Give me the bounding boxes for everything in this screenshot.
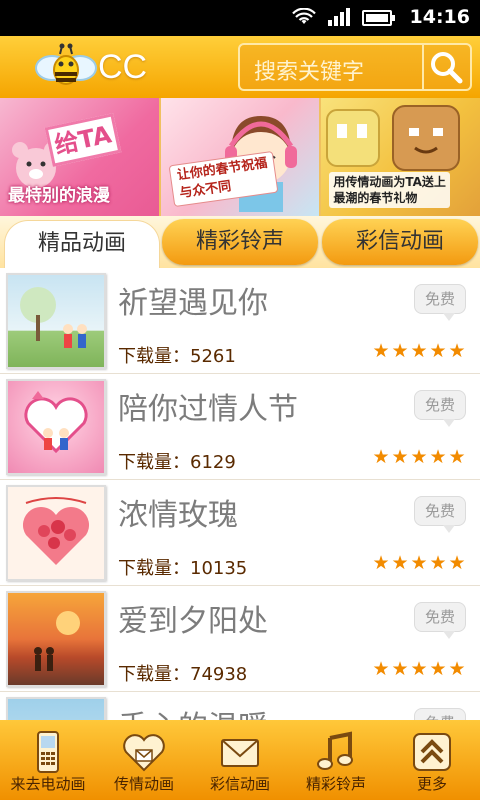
item-thumbnail: [6, 379, 106, 475]
item-title: 浓情玫瑰: [118, 498, 238, 533]
star-icon: ★: [410, 552, 428, 574]
status-icons: [292, 8, 395, 26]
item-thumbnail: [6, 485, 106, 581]
item-title: 陪你过情人节: [118, 392, 298, 427]
item-title: 祈望遇见你: [118, 286, 268, 321]
heart-mail-icon: [123, 734, 165, 772]
free-badge: 免费: [414, 708, 466, 720]
item-downloads: 下载量：10135: [118, 558, 248, 579]
item-downloads: 下载量：5261: [118, 346, 236, 367]
signal-icon: [328, 8, 350, 26]
item-thumbnail: [6, 591, 106, 687]
banner-3[interactable]: 用传情动画为TA送上 最潮的春节礼物: [321, 98, 480, 216]
nav-call-animation[interactable]: 来去电动画: [0, 720, 96, 800]
banner-2[interactable]: 让你的春节祝福 与众不同: [160, 98, 320, 216]
star-icon: ★: [429, 340, 447, 362]
banner-1[interactable]: 给TA 最特别的浪漫: [0, 98, 159, 216]
star-icon: ★: [448, 552, 466, 574]
battery-icon: [362, 10, 395, 26]
free-badge: 免费: [414, 284, 466, 321]
music-note-icon: [317, 731, 353, 770]
nav-ringtones[interactable]: 精彩铃声: [288, 720, 384, 800]
star-icon: ★: [410, 658, 428, 680]
free-badge: 免费: [414, 602, 466, 639]
item-downloads: 下载量：6129: [118, 452, 236, 473]
rating-stars: ★ ★ ★ ★ ★: [372, 552, 466, 574]
phone-icon: [37, 731, 59, 773]
tab-ringtones[interactable]: 精彩铃声: [162, 219, 318, 265]
status-bar: 14:16: [0, 0, 480, 36]
star-icon: ★: [391, 446, 409, 468]
tab-mms-animation[interactable]: 彩信动画: [322, 219, 478, 265]
chevron-up-icon: [413, 733, 451, 771]
item-thumbnail: [6, 697, 106, 720]
star-icon: ★: [410, 340, 428, 362]
bottom-nav: 来去电动画 传情动画 彩信动画 精彩铃声 更多: [0, 720, 480, 800]
list-item[interactable]: 浓情玫瑰 下载量：10135 免费 ★ ★ ★ ★ ★: [0, 480, 480, 586]
toast-toys-image: [326, 105, 461, 171]
app-logo[interactable]: CC: [34, 42, 154, 94]
star-icon: ★: [448, 340, 466, 362]
app-header: CC 搜索关键字: [0, 36, 480, 98]
nav-label: 来去电动画: [10, 775, 86, 793]
rating-stars: ★ ★ ★ ★ ★: [372, 340, 466, 362]
search-icon: [431, 52, 463, 84]
nav-label: 传情动画: [113, 775, 174, 793]
star-icon: ★: [429, 552, 447, 574]
list-item[interactable]: 手心的温暖 免费: [0, 692, 480, 720]
item-thumbnail: [6, 273, 106, 369]
rating-stars: ★ ★ ★ ★ ★: [372, 658, 466, 680]
star-icon: ★: [372, 446, 390, 468]
couple-image: [20, 287, 87, 348]
banner-carousel[interactable]: 给TA 最特别的浪漫 让你的春节祝福 与众不同 用传情动画为TA送上 最潮的春节…: [0, 98, 480, 216]
search-placeholder[interactable]: 搜索关键字: [254, 54, 364, 86]
sunset-couple-image: [34, 611, 80, 671]
star-icon: ★: [372, 552, 390, 574]
free-badge: 免费: [414, 390, 466, 427]
list-item[interactable]: 祈望遇见你 下载量：5261 免费 ★ ★ ★ ★ ★: [0, 268, 480, 374]
nav-label: 精彩铃声: [305, 775, 366, 793]
star-icon: ★: [391, 552, 409, 574]
tab-premium-animation[interactable]: 精品动画: [4, 220, 160, 268]
animation-list[interactable]: 祈望遇见你 下载量：5261 免费 ★ ★ ★ ★ ★ 陪你过情人节 下载量：6129 …: [0, 268, 480, 720]
category-tabs: 精品动画 精彩铃声 彩信动画: [0, 216, 480, 268]
status-time: 14:16: [409, 6, 470, 28]
list-item[interactable]: 陪你过情人节 下载量：6129 免费 ★ ★ ★ ★ ★: [0, 374, 480, 480]
item-title: 手心的温暖: [118, 702, 268, 720]
nav-label: 彩信动画: [209, 775, 270, 793]
star-icon: ★: [391, 340, 409, 362]
envelope-icon: [221, 739, 259, 767]
star-icon: ★: [372, 658, 390, 680]
nav-love-animation[interactable]: 传情动画: [96, 720, 192, 800]
nav-more[interactable]: 更多: [384, 720, 480, 800]
bee-logo-icon: [35, 43, 97, 85]
star-icon: ★: [391, 658, 409, 680]
banner-caption: 最特别的浪漫: [8, 186, 110, 206]
star-icon: ★: [429, 658, 447, 680]
item-downloads: 下载量：74938: [118, 664, 248, 685]
rating-stars: ★ ★ ★ ★ ★: [372, 446, 466, 468]
wifi-icon: [292, 8, 316, 24]
star-icon: ★: [448, 446, 466, 468]
hearts-image: [24, 391, 88, 454]
star-icon: ★: [448, 658, 466, 680]
search-box[interactable]: 搜索关键字: [238, 43, 472, 91]
star-icon: ★: [410, 446, 428, 468]
gift-badge: 给TA: [44, 113, 122, 167]
item-title: 爱到夕阳处: [118, 604, 268, 639]
search-button[interactable]: [422, 45, 470, 89]
free-badge: 免费: [414, 496, 466, 533]
list-item[interactable]: 爱到夕阳处 下载量：74938 免费 ★ ★ ★ ★ ★: [0, 586, 480, 692]
logo-text: CC: [98, 48, 148, 86]
rose-heart-image: [22, 497, 90, 565]
banner-caption: 用传情动画为TA送上 最潮的春节礼物: [329, 172, 450, 208]
nav-label: 更多: [416, 775, 447, 793]
star-icon: ★: [372, 340, 390, 362]
nav-mms-animation[interactable]: 彩信动画: [192, 720, 288, 800]
star-icon: ★: [429, 446, 447, 468]
